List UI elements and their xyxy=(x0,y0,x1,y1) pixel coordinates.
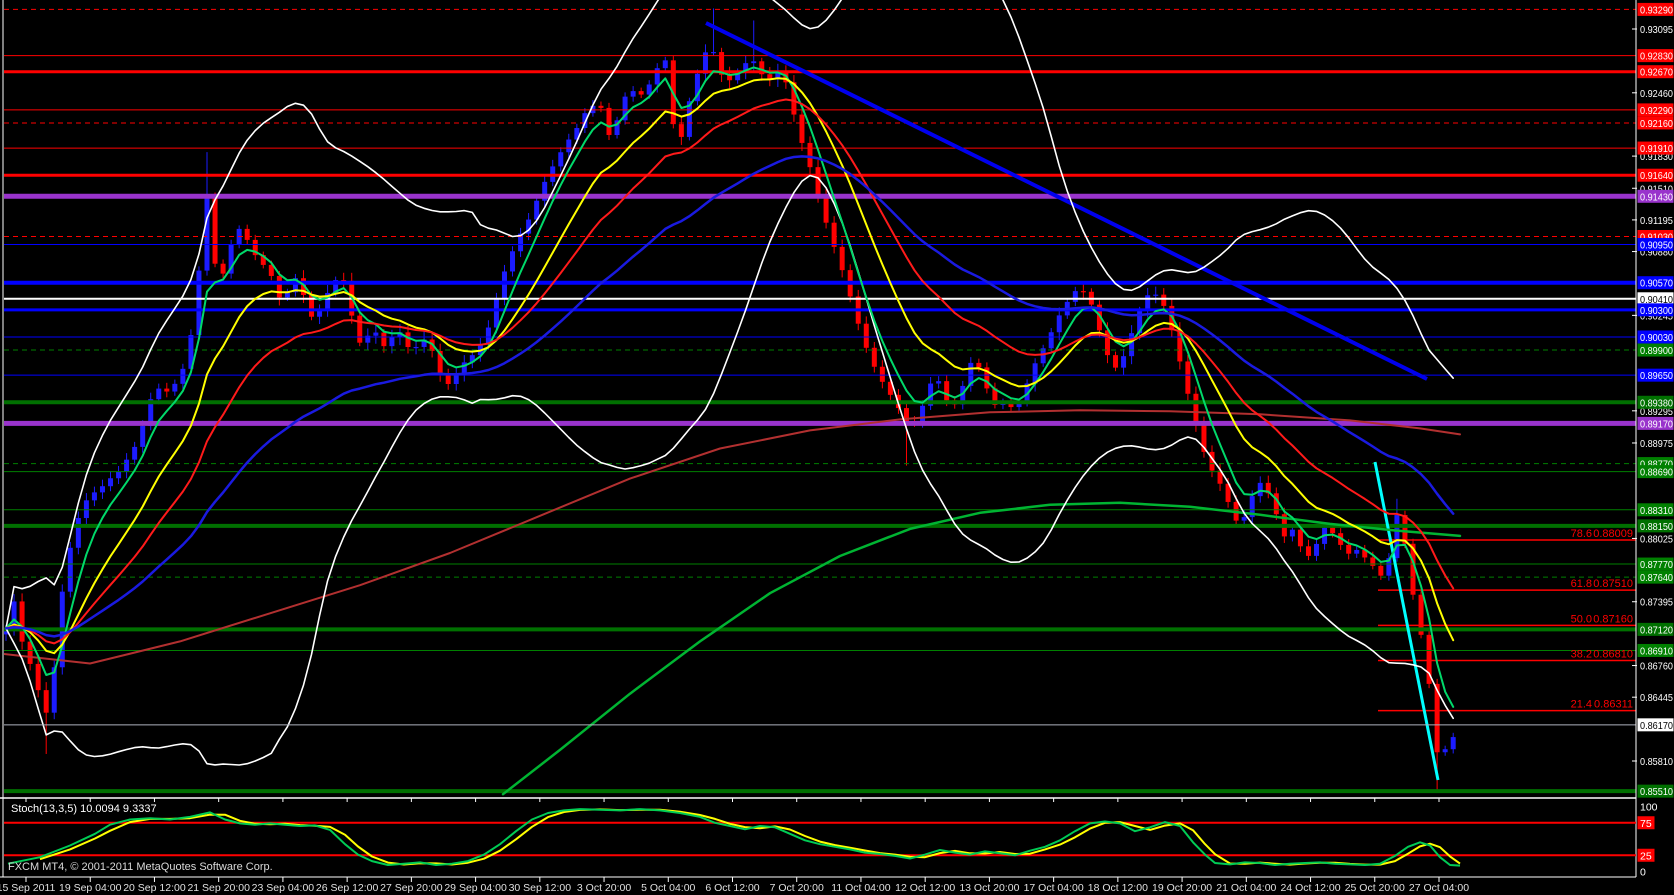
stochastic-indicator-label: Stoch(13,3,5) 10.0094 9.3337 xyxy=(11,803,157,815)
time-axis-label: 15 Sep 2011 xyxy=(0,882,56,894)
price-level-badge: 0.87640 xyxy=(1640,572,1673,584)
fib-price-label: 0.87510 xyxy=(1593,578,1633,590)
time-axis-label: 19 Oct 20:00 xyxy=(1152,882,1212,894)
time-axis-label: 17 Oct 04:00 xyxy=(1024,882,1084,894)
price-tick-label: 0.87395 xyxy=(1640,597,1673,609)
time-axis-label: 21 Oct 04:00 xyxy=(1216,882,1276,894)
fib-percent-label: 21.4 xyxy=(1571,699,1592,711)
price-level-badge: 0.91910 xyxy=(1640,143,1673,155)
stoch-axis[interactable]: 100 75 25 0 xyxy=(1637,802,1658,879)
price-tick-label: 0.88975 xyxy=(1640,438,1673,450)
time-axis-label: 19 Sep 04:00 xyxy=(59,882,122,894)
price-level-badge: 0.87770 xyxy=(1640,559,1673,571)
price-level-badge: 0.88690 xyxy=(1640,467,1673,479)
candles-layer xyxy=(4,8,1456,791)
price-level-badge: 0.88310 xyxy=(1640,505,1673,517)
price-level-badge: 0.91640 xyxy=(1640,170,1673,182)
price-tick-label: 0.92460 xyxy=(1640,88,1673,100)
time-axis-label: 13 Oct 20:00 xyxy=(959,882,1019,894)
price-level-badge: 0.85510 xyxy=(1640,786,1673,798)
price-level-badge: 0.92830 xyxy=(1640,51,1673,63)
ema-24 xyxy=(5,98,1455,645)
platform-copyright: FXCM MT4, © 2001-2011 MetaQuotes Softwar… xyxy=(8,861,273,873)
price-tick-label: 0.86445 xyxy=(1640,692,1673,704)
price-level-badge: 0.86170 xyxy=(1640,720,1673,732)
price-level-badge: 0.90030 xyxy=(1640,332,1673,344)
time-axis-label: 21 Sep 20:00 xyxy=(187,882,250,894)
time-axis-label: 24 Oct 12:00 xyxy=(1280,882,1340,894)
price-level-badge: 0.90950 xyxy=(1640,240,1673,252)
stoch-signal-line xyxy=(39,808,1461,866)
price-tick-label: 0.91195 xyxy=(1640,215,1673,227)
price-level-badge: 0.92670 xyxy=(1640,67,1673,79)
price-level-badge: 0.89650 xyxy=(1640,370,1673,382)
price-chart-canvas[interactable]: 78.6 0.8800961.8 0.8751050.0 0.8716038.2 0.8… xyxy=(0,0,1674,895)
price-level-badge: 0.91430 xyxy=(1640,191,1673,203)
fib-percent-label: 61.8 xyxy=(1571,578,1592,590)
time-axis-label: 18 Oct 12:00 xyxy=(1088,882,1148,894)
stoch-main-line xyxy=(7,808,1461,867)
time-axis-label: 26 Sep 12:00 xyxy=(316,882,379,894)
long-ma-crimson xyxy=(4,409,1461,665)
indicator-overlays xyxy=(4,0,1462,796)
fib-percent-label: 50.0 xyxy=(1571,613,1592,625)
price-level-badge: 0.90300 xyxy=(1640,305,1673,317)
price-level-badge: 0.87120 xyxy=(1640,624,1673,636)
descending-blue-trendline[interactable] xyxy=(705,21,1428,381)
stoch-level-badge: 75 xyxy=(1640,818,1652,830)
fib-price-label: 0.88009 xyxy=(1593,528,1633,540)
time-axis-label: 12 Oct 12:00 xyxy=(895,882,955,894)
bollinger-upper-band xyxy=(5,0,1454,630)
time-axis-label: 11 Oct 04:00 xyxy=(831,882,891,894)
ema-13 xyxy=(5,77,1455,655)
price-tick-label: 0.93095 xyxy=(1640,24,1673,36)
time-axis-label: 30 Sep 12:00 xyxy=(509,882,572,894)
price-axis[interactable]: 0.930950.924600.918300.915100.911950.908… xyxy=(1632,0,1674,877)
price-level-badge: 0.86910 xyxy=(1640,645,1673,657)
time-axis-label: 27 Oct 04:00 xyxy=(1409,882,1469,894)
time-axis-label: 29 Sep 04:00 xyxy=(444,882,507,894)
price-tick-label: 0.85810 xyxy=(1640,756,1673,768)
fib-percent-label: 38.2 xyxy=(1571,649,1592,661)
price-tick-label: 0.86760 xyxy=(1640,661,1673,673)
time-axis-label: 25 Oct 20:00 xyxy=(1345,882,1405,894)
price-level-badge: 0.92290 xyxy=(1640,105,1673,117)
fib-percent-label: 78.6 xyxy=(1571,528,1592,540)
fib-price-label: 0.86810 xyxy=(1593,649,1633,661)
time-axis-label: 7 Oct 20:00 xyxy=(770,882,824,894)
stoch-level-badge: 25 xyxy=(1640,850,1652,862)
ema-5 xyxy=(5,66,1455,708)
stoch-scale-label: 100 xyxy=(1640,802,1658,814)
stochastic-pane xyxy=(4,808,1636,867)
horizontal-level-lines[interactable] xyxy=(4,8,1636,794)
stoch-scale-label: 0 xyxy=(1640,867,1646,879)
price-level-badge: 0.89380 xyxy=(1640,397,1673,409)
fib-price-label: 0.87160 xyxy=(1593,613,1633,625)
time-axis-label: 20 Sep 12:00 xyxy=(123,882,186,894)
price-level-badge: 0.89170 xyxy=(1640,418,1673,430)
time-axis-label: 5 Oct 04:00 xyxy=(641,882,695,894)
time-axis-label: 3 Oct 20:00 xyxy=(577,882,631,894)
price-level-badge: 0.89900 xyxy=(1640,345,1673,357)
price-level-badge: 0.92160 xyxy=(1640,118,1673,130)
price-level-badge: 0.88150 xyxy=(1640,521,1673,533)
time-axis-label: 27 Sep 20:00 xyxy=(380,882,443,894)
price-tick-label: 0.88025 xyxy=(1640,533,1673,545)
mt4-chart-window: 78.6 0.88009 61.8 0.87510 50.0 0.87160 38.2 0.8… xyxy=(0,0,1674,895)
price-level-badge: 0.93290 xyxy=(1640,4,1673,16)
fib-price-label: 0.86311 xyxy=(1594,699,1633,711)
time-axis-label: 6 Oct 12:00 xyxy=(705,882,759,894)
time-axis-label: 23 Sep 04:00 xyxy=(252,882,315,894)
price-level-badge: 0.90570 xyxy=(1640,278,1673,290)
time-axis[interactable]: 15 Sep 2011 19 Sep 04:00 20 Sep 12:00 21 Se… xyxy=(0,798,1469,894)
pane-borders xyxy=(0,0,1636,878)
